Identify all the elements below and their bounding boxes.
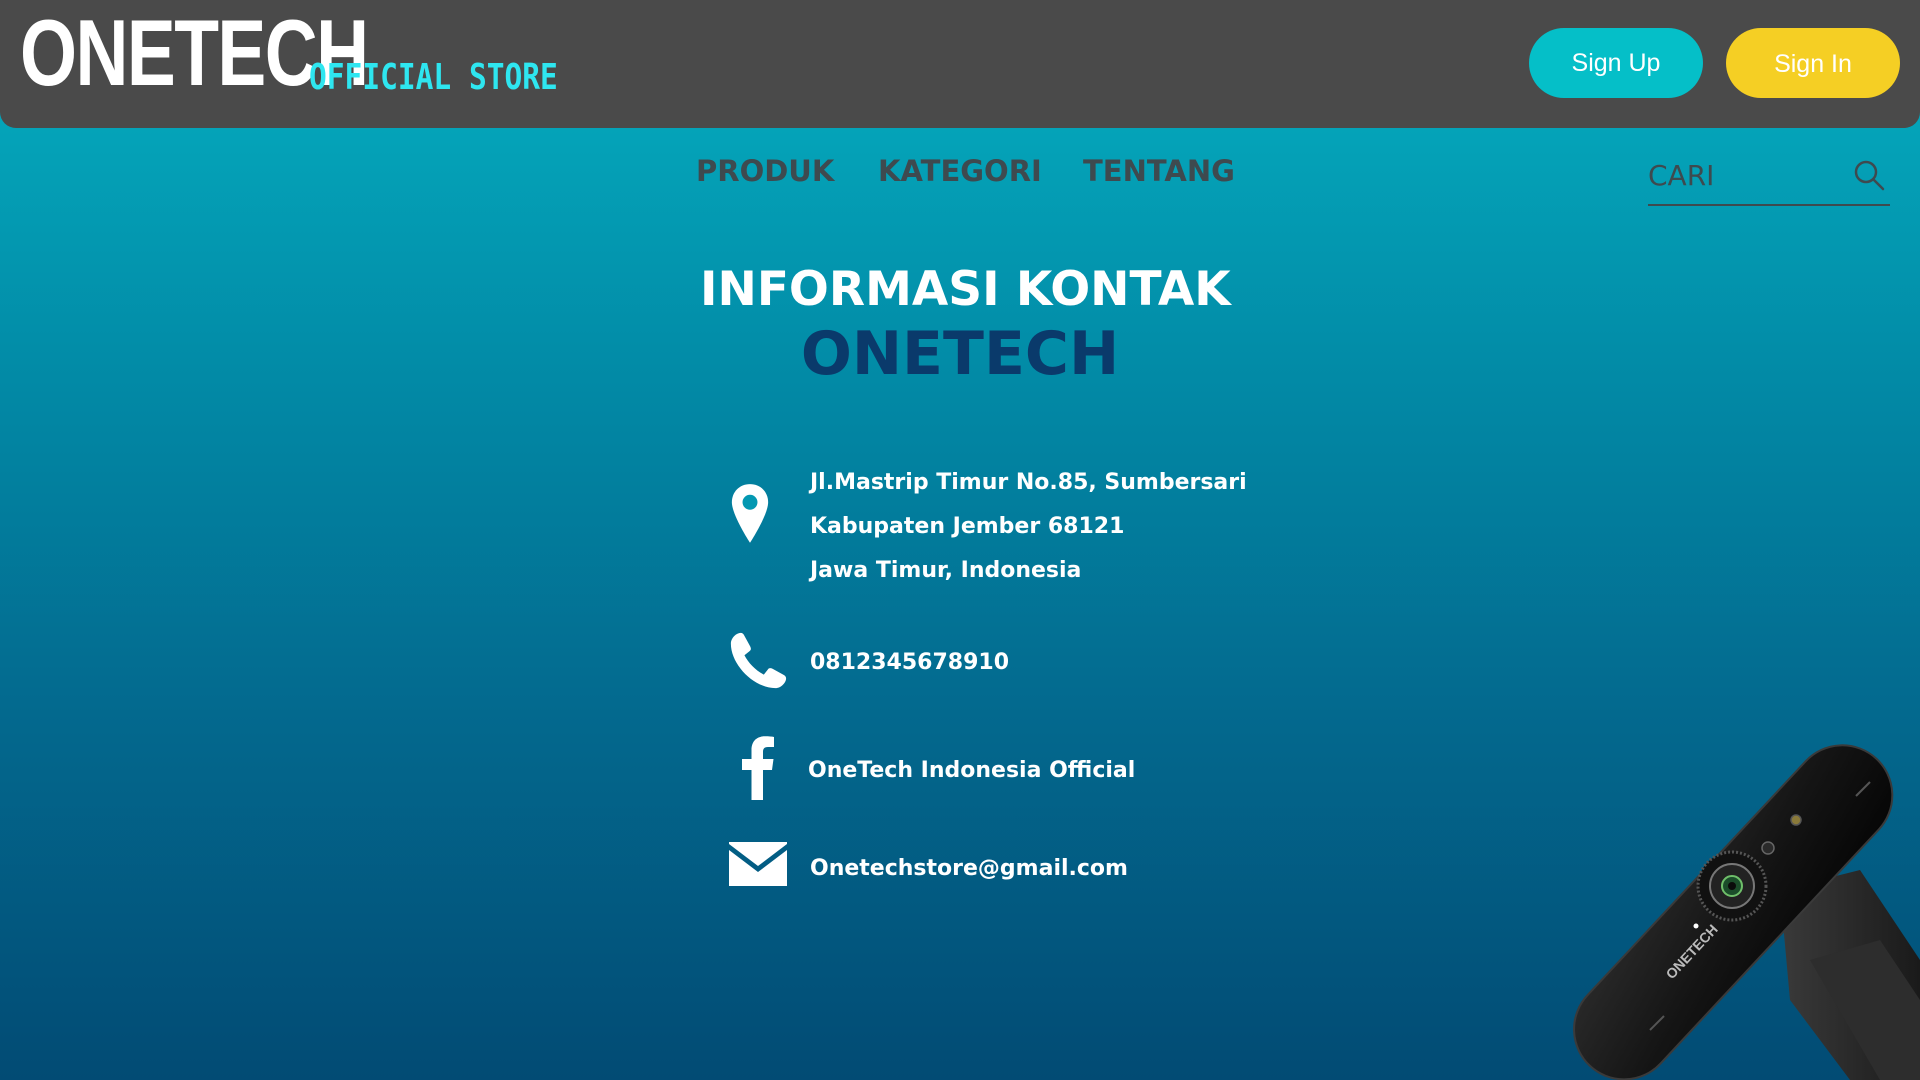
brand-subtitle: OFFICIAL STORE (309, 57, 558, 98)
search-input[interactable] (1648, 156, 1838, 194)
nav-item-tentang[interactable]: TENTANG (1083, 154, 1235, 188)
nav-item-kategori[interactable]: KATEGORI (878, 154, 1042, 188)
search-icon[interactable] (1852, 158, 1886, 192)
facebook-page-link[interactable]: OneTech Indonesia Official (808, 758, 1135, 783)
facebook-icon (742, 736, 774, 800)
top-bar: ONETECH OFFICIAL STORE Sign Up Sign In (0, 0, 1920, 128)
address-line-1: Jl.Mastrip Timur No.85, Sumbersari (810, 470, 1247, 495)
webcam-product-image: ONETECH (1573, 744, 1920, 1080)
sign-in-button[interactable]: Sign In (1726, 28, 1900, 98)
address-line-3: Jawa Timur, Indonesia (810, 558, 1082, 583)
phone-icon (730, 632, 787, 689)
email-address[interactable]: Onetechstore@gmail.com (810, 856, 1128, 881)
address-line-2: Kabupaten Jember 68121 (810, 514, 1125, 539)
map-pin-icon (731, 484, 769, 543)
page-title: INFORMASI KONTAK (700, 262, 1231, 317)
mail-icon (729, 842, 787, 886)
phone-number[interactable]: 0812345678910 (810, 650, 1009, 675)
nav-item-produk[interactable]: PRODUK (696, 154, 834, 188)
contact-title-block: INFORMASI KONTAK ONETECH (700, 262, 1231, 389)
search-box (1648, 152, 1890, 206)
page-subtitle: ONETECH (800, 319, 1120, 389)
sign-up-button[interactable]: Sign Up (1529, 28, 1703, 98)
